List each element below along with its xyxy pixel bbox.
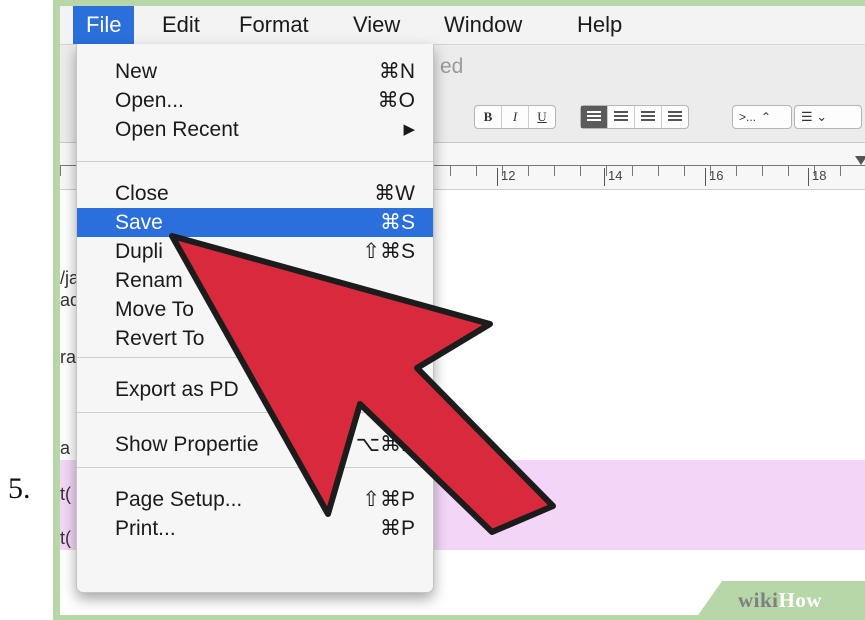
- annotation-arrow: [169, 233, 556, 535]
- step-number: 5.: [8, 472, 31, 505]
- pointer-arrow-icon: [169, 233, 556, 535]
- screenshot: File Edit Format View Window Help ed B I…: [60, 6, 865, 615]
- screenshot-frame: File Edit Format View Window Help ed B I…: [53, 0, 865, 620]
